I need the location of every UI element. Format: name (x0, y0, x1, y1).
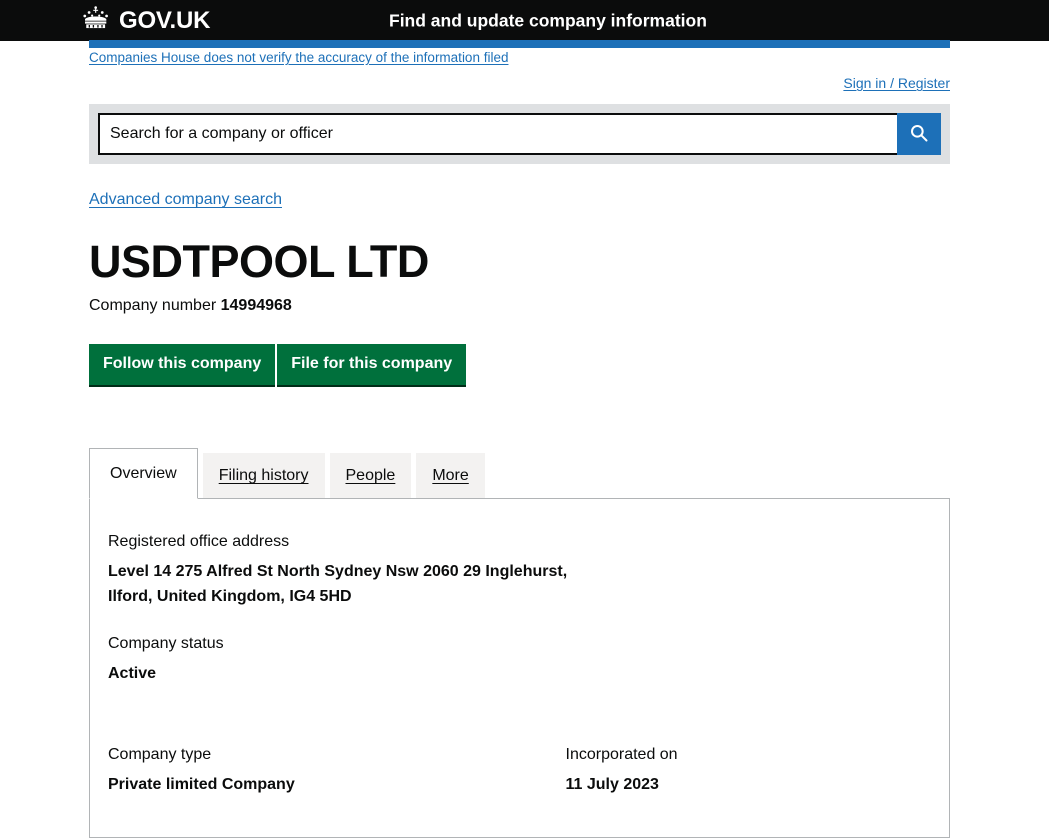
overview-panel: Registered office address Level 14 275 A… (89, 498, 950, 838)
company-actions: Follow this company File for this compan… (89, 344, 950, 385)
tab-overview[interactable]: Overview (89, 448, 198, 499)
crown-icon (80, 5, 112, 36)
registered-office-address-line-2: Ilford, United Kingdom, IG4 5HD (108, 588, 352, 605)
search-input[interactable] (98, 113, 897, 155)
tab-filing-history-label[interactable]: Filing history (219, 467, 309, 484)
incorporated-on-field: Incorporated on 11 July 2023 (520, 745, 932, 797)
company-number: Company number 14994968 (89, 296, 950, 316)
service-name-link[interactable]: Find and update company information (389, 10, 707, 31)
search-form (98, 113, 941, 155)
company-status-label: Company status (108, 635, 224, 652)
tab-list: Overview Filing history People More (89, 448, 950, 499)
file-for-company-button[interactable]: File for this company (277, 344, 467, 385)
company-type-value: Private limited Company (108, 776, 295, 793)
tab-more-label[interactable]: More (432, 467, 468, 484)
company-tabs: Overview Filing history People More Regi… (89, 448, 950, 838)
page-title: USDTPOOL LTD (89, 236, 429, 287)
tab-filing-history[interactable]: Filing history (202, 453, 325, 498)
incorporated-on-label: Incorporated on (565, 746, 678, 763)
accuracy-notice: Companies House does not verify the accu… (89, 49, 950, 67)
status-badge: Active (108, 665, 157, 682)
company-number-value: 14994968 (220, 297, 292, 314)
company-status-field: Company status Active (108, 634, 931, 686)
tab-people-label[interactable]: People (346, 467, 396, 484)
sign-in-register-link[interactable]: Sign in / Register (843, 75, 950, 91)
blue-accent-bar (89, 40, 950, 48)
main-content: Advanced company search USDTPOOL LTD Com… (89, 190, 950, 838)
govuk-logo-text: GOV.UK (119, 6, 211, 34)
tab-more[interactable]: More (416, 453, 485, 498)
company-type-label: Company type (108, 746, 212, 763)
tab-people[interactable]: People (329, 453, 412, 498)
govuk-logo-link[interactable]: GOV.UK (80, 5, 210, 36)
search-icon (909, 123, 929, 146)
registered-office-address-line-1: Level 14 275 Alfred St North Sydney Nsw … (108, 563, 568, 580)
registered-office-address-field: Registered office address Level 14 275 A… (108, 532, 931, 609)
company-details-row: Company type Private limited Company Inc… (108, 745, 931, 797)
registered-office-address-label: Registered office address (108, 533, 290, 550)
follow-company-button[interactable]: Follow this company (89, 344, 276, 385)
search-button[interactable] (897, 113, 941, 155)
search-bar (89, 104, 950, 164)
incorporated-on-value: 11 July 2023 (565, 776, 659, 793)
govuk-header: GOV.UK Find and update company informati… (0, 0, 1049, 41)
account-bar: Sign in / Register (89, 75, 950, 93)
accuracy-notice-link[interactable]: Companies House does not verify the accu… (89, 50, 508, 66)
company-number-label: Company number (89, 297, 217, 314)
tab-overview-label: Overview (110, 465, 177, 482)
company-type-field: Company type Private limited Company (108, 745, 520, 797)
advanced-company-search-link[interactable]: Advanced company search (89, 190, 282, 210)
